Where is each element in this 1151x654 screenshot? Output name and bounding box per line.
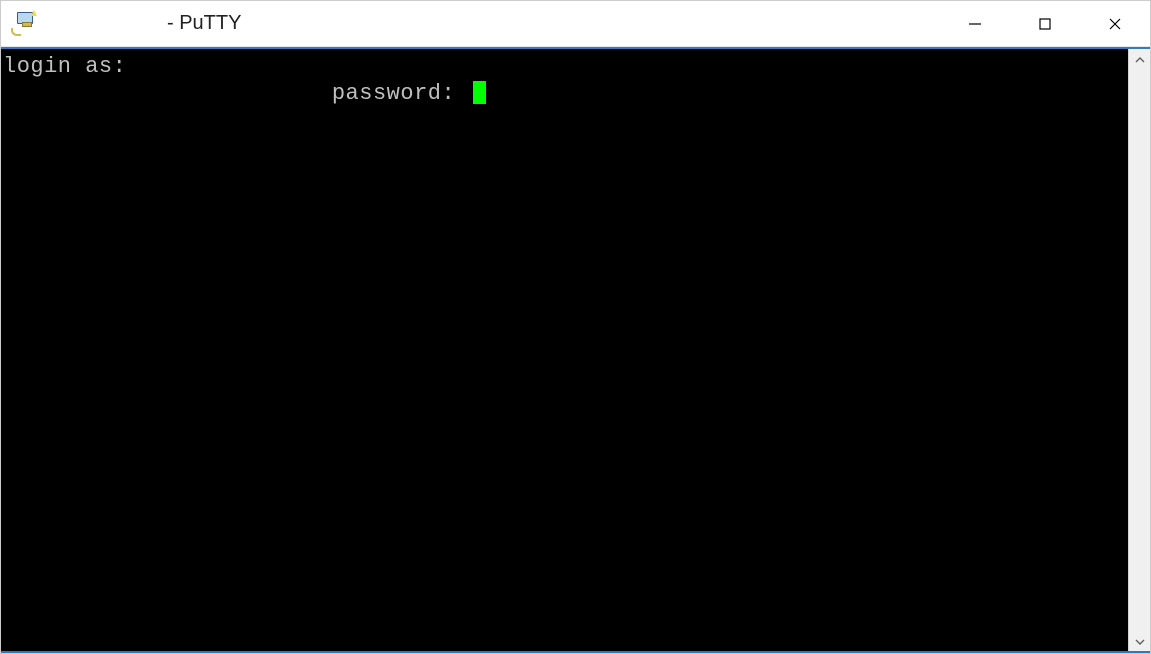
close-icon — [1108, 17, 1122, 31]
scroll-track[interactable] — [1129, 71, 1150, 631]
close-button[interactable] — [1080, 1, 1150, 47]
titlebar[interactable]: - PuTTY — [1, 1, 1150, 47]
putty-icon — [11, 10, 39, 38]
bottom-accent-bar — [1, 651, 1150, 653]
maximize-button[interactable] — [1010, 1, 1080, 47]
terminal[interactable]: login as: password: — [1, 49, 1128, 653]
terminal-line-2: password: — [3, 80, 1128, 107]
minimize-button[interactable] — [940, 1, 1010, 47]
chevron-up-icon — [1135, 57, 1145, 63]
vertical-scrollbar[interactable] — [1128, 49, 1150, 653]
client-area: login as: password: — [1, 47, 1150, 653]
terminal-line-1: login as: — [3, 53, 1128, 80]
scroll-up-button[interactable] — [1129, 49, 1150, 71]
terminal-line-2-padding — [3, 81, 332, 106]
chevron-down-icon — [1135, 639, 1145, 645]
window-title: - PuTTY — [167, 12, 241, 35]
scroll-down-button[interactable] — [1129, 631, 1150, 653]
terminal-cursor — [473, 81, 486, 104]
password-prompt: password: — [332, 81, 469, 106]
minimize-icon — [968, 17, 982, 31]
maximize-icon — [1038, 17, 1052, 31]
putty-window: - PuTTY login as: password: — [0, 0, 1151, 654]
window-controls — [940, 1, 1150, 46]
